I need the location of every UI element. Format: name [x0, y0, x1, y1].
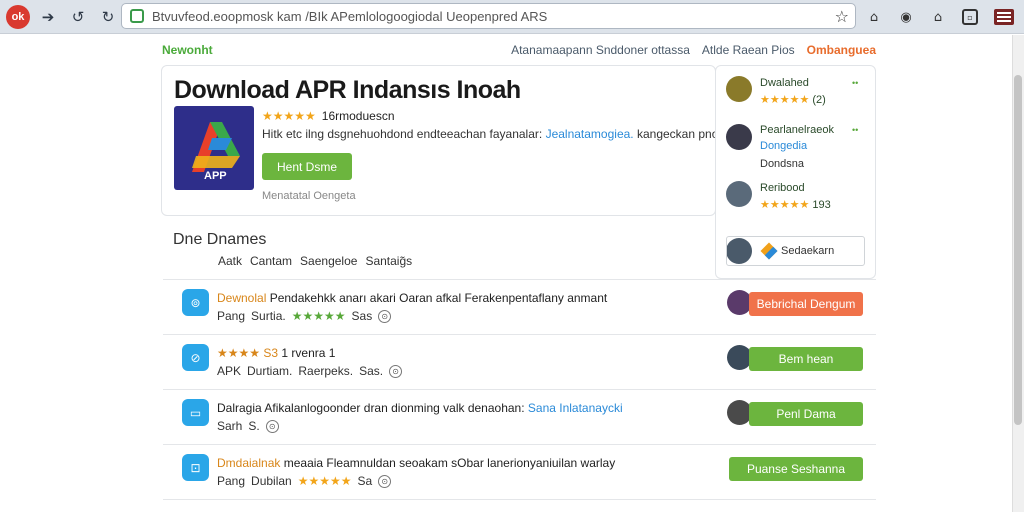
- rating-stars-icon: ★★★★★: [262, 109, 316, 123]
- list-item[interactable]: ⊘ ★★★★ S3 1 rvenra 1 APK Durtiam. Raerpeks…: [163, 334, 876, 389]
- sidebar-user-stars-2: ★★★★★ 193: [760, 198, 831, 211]
- browser-toolbar: ok ➔ ↺ ↻ Btvuvfeod.eoopmosk kam /BIk APe…: [0, 0, 1024, 34]
- site-brand[interactable]: Newonht: [162, 43, 213, 57]
- list-item-title[interactable]: Dalragia Afikalanlogoonder dran dionming…: [217, 401, 623, 415]
- hero-description-text: Hitk etc ilng dsgnehuohdond endteeachan …: [262, 127, 543, 141]
- nav-link-1[interactable]: Atlde Raean Pios: [702, 43, 795, 57]
- sidebar-panel: Dwalahed •• ★★★★★ (2) Pearlanelraeok •• …: [715, 65, 876, 279]
- list-item[interactable]: ⊡ Dmdaialnak meaaia Fleamnuldan seoakam …: [163, 444, 876, 499]
- app-tile-label: APP: [204, 170, 227, 182]
- page-title: Download APR Indansıs Inoah: [174, 76, 521, 104]
- bell-icon[interactable]: ⌂: [926, 5, 950, 29]
- bookmark-star-icon[interactable]: ☆: [835, 7, 849, 26]
- row-action-button[interactable]: Penl Dama: [749, 402, 863, 426]
- address-bar[interactable]: Btvuvfeod.eoopmosk kam /BIk APemlologoog…: [121, 3, 856, 29]
- app-logo-icon: APP: [174, 106, 254, 190]
- vertical-scrollbar[interactable]: [1012, 35, 1024, 512]
- download-button[interactable]: Hent Dsme: [262, 153, 352, 180]
- info-icon: ⊙: [378, 309, 392, 323]
- rating-stars-icon: ★★★★★: [291, 309, 346, 323]
- row-action-button[interactable]: Puanse Seshanna: [729, 457, 863, 481]
- sidebar-user-stars-0: ★★★★★ (2): [760, 93, 826, 106]
- hamburger-menu-icon[interactable]: [994, 9, 1014, 25]
- rating-text: 16rmoduescn: [321, 109, 395, 123]
- app-icon: ⊡: [182, 454, 209, 481]
- url-text[interactable]: Btvuvfeod.eoopmosk kam /BIk APemlologoog…: [152, 9, 835, 24]
- user-avatar-0[interactable]: [726, 76, 752, 102]
- info-icon: ⊙: [378, 474, 392, 488]
- hero-rating: ★★★★★ 16rmoduescn: [262, 109, 395, 123]
- list-item-meta: Pang Surtia. ★★★★★ Sas ⊙: [217, 309, 392, 323]
- compass-icon[interactable]: ◉: [894, 5, 918, 29]
- app-icon: ▭: [182, 399, 209, 426]
- hero-description: Hitk etc ilng dsgnehuohdond endteeachan …: [262, 127, 754, 141]
- nav-link-0[interactable]: Atanamaapann Snddoner ottassa: [511, 43, 690, 57]
- list-item[interactable]: [163, 499, 876, 512]
- back-icon[interactable]: ↺: [66, 5, 90, 29]
- sidebar-user-menu-1[interactable]: ••: [852, 125, 858, 135]
- sidebar-user-name-2[interactable]: Reribood: [760, 182, 805, 194]
- list-item-meta: APK Durtiam. Raerpeks. Sas. ⊙: [217, 364, 403, 378]
- nav-link-hot[interactable]: Ombanguea: [807, 43, 876, 57]
- section-title: Dne Dnames: [173, 231, 267, 248]
- list-item-title[interactable]: ★★★★ S3 1 rvenra 1: [217, 346, 335, 360]
- user-avatar-1[interactable]: [726, 124, 752, 150]
- row-action-button[interactable]: Bem hean: [749, 347, 863, 371]
- sidebar-user-extra-1: Dondsna: [760, 158, 805, 170]
- app-icon: ⊚: [182, 289, 209, 316]
- user-avatar-2[interactable]: [726, 181, 752, 207]
- sidebar-search-input[interactable]: Sedaekarn: [726, 236, 865, 266]
- forward-arrow-icon[interactable]: ➔: [36, 5, 60, 29]
- reload-icon[interactable]: ↻: [96, 5, 120, 29]
- page-content: Newonht Atanamaapann Snddoner ottassa At…: [0, 35, 1012, 512]
- filter-1[interactable]: Cantam: [250, 254, 292, 268]
- list-item[interactable]: ⊚ Dewnolal Pendakehkk anarı akari Oaran …: [163, 279, 876, 334]
- filter-0[interactable]: Aatk: [218, 254, 242, 268]
- sidebar-search-label: Sedaekarn: [781, 245, 835, 257]
- sidebar-user-name-1[interactable]: Pearlanelraeok: [760, 124, 834, 136]
- home-icon[interactable]: ⌂: [862, 5, 886, 29]
- site-top-nav: Newonht Atanamaapann Snddoner ottassa At…: [162, 43, 876, 57]
- rating-stars-icon: ★★★★★: [297, 474, 352, 488]
- diamond-icon: [760, 242, 778, 260]
- section-filters: Aatk Cantam Saengeloe Santaig̃s: [218, 254, 412, 268]
- filter-2[interactable]: Saengeloe: [300, 254, 357, 268]
- browser-logo-icon[interactable]: ok: [6, 4, 30, 29]
- app-icon: ⊘: [182, 344, 209, 371]
- sidebar-user-name-0[interactable]: Dwalahed: [760, 77, 809, 89]
- filter-3[interactable]: Santaig̃s: [365, 254, 412, 268]
- list-item-meta: Pang Dubilan ★★★★★ Sa ⊙: [217, 474, 392, 488]
- list-item-title[interactable]: Dewnolal Pendakehkk anarı akari Oaran af…: [217, 291, 607, 305]
- hero-description-link[interactable]: Jealnatamogiea.: [546, 127, 634, 141]
- hero-subtitle: Menatatal Oengeta: [262, 190, 356, 202]
- info-icon: ⊙: [389, 364, 403, 378]
- info-icon: ⊙: [265, 419, 279, 433]
- row-action-button[interactable]: Bebrichal Dengum: [749, 292, 863, 316]
- secure-lock-icon: [130, 9, 144, 23]
- extension-icons: ⌂ ◉ ⌂ ▫: [862, 5, 1018, 29]
- scroll-thumb[interactable]: [1014, 75, 1022, 425]
- list-item-meta: Sarh S. ⊙: [217, 419, 279, 433]
- list-item[interactable]: ▭ Dalragia Afikalanlogoonder dran dionmi…: [163, 389, 876, 444]
- list-item-title[interactable]: Dmdaialnak meaaia Fleamnuldan seoakam sO…: [217, 456, 615, 470]
- sidebar-user-menu-0[interactable]: ••: [852, 78, 858, 88]
- window-icon[interactable]: ▫: [962, 9, 978, 25]
- hero-card: Download APR Indansıs Inoah APP ★★★★★ 16…: [161, 65, 754, 216]
- sidebar-user-detail-1: Dongedia: [760, 140, 808, 152]
